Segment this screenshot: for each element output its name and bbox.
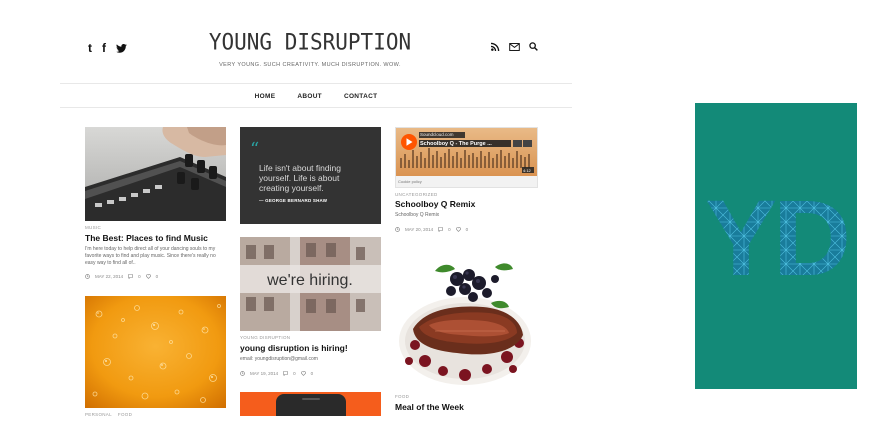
site-title[interactable]: YOUNG DISRUPTION (200, 29, 420, 54)
comment-icon[interactable] (283, 371, 288, 376)
comment-count: 0 (448, 227, 451, 232)
hiring-image-text: we're hiring. (266, 272, 353, 289)
nav-divider-bottom (60, 107, 572, 108)
quote-mark: “ (250, 139, 260, 160)
post-date: MAY 20, 2014 (405, 227, 434, 232)
sidebar-logo-panel[interactable]: YD YD (695, 103, 857, 389)
nav-home[interactable]: HOME (255, 88, 276, 106)
soundcloud-embed[interactable]: Soundcloud.com Schoolboy Q - The Purge .… (395, 127, 538, 188)
heart-icon[interactable] (300, 371, 306, 376)
twitter-icon[interactable] (116, 43, 127, 53)
like-count: 0 (465, 227, 469, 232)
comment-icon[interactable] (128, 274, 133, 279)
clock-icon (85, 274, 90, 279)
post-title[interactable]: The Best: Places to find Music (85, 233, 208, 243)
clock-icon (240, 371, 245, 376)
like-count: 0 (310, 371, 314, 376)
embed-duration: 4:12 (523, 167, 531, 173)
post-meta: MAY 20, 2014 0 0 (395, 227, 468, 232)
quote-card[interactable]: “ Life isn't about finding yourself. Lif… (240, 127, 381, 224)
cookie-policy-link[interactable]: Cookie policy (398, 179, 422, 184)
play-button[interactable] (401, 134, 417, 150)
yd-logo-mesh: YD (705, 177, 847, 298)
tumblr-icon[interactable]: t (88, 42, 92, 54)
comment-count: 0 (293, 371, 296, 376)
post-title[interactable]: young disruption is hiring! (240, 343, 348, 353)
phone-post-image[interactable] (240, 392, 381, 416)
post-category[interactable]: FOOD (395, 394, 409, 399)
post-category[interactable]: UNCATEGORIZED (395, 192, 438, 197)
clock-icon (395, 227, 400, 232)
quote-author: — GEORGE BERNARD SHAW (259, 198, 328, 203)
hiring-post-image[interactable]: we're hiring. (240, 237, 381, 331)
nav-about[interactable]: ABOUT (297, 88, 322, 106)
beer-post-image[interactable] (85, 296, 226, 408)
post-excerpt: I'm here today to help direct all of you… (85, 246, 216, 266)
beer-post-categories: PERSONAL FOOD (85, 412, 132, 417)
heart-icon[interactable] (455, 227, 461, 232)
post-meta: MAY 19, 2014 0 0 (240, 371, 313, 376)
post-date: MAY 22, 2014 (95, 274, 124, 279)
rss-icon[interactable] (491, 42, 500, 51)
like-count: 0 (155, 274, 159, 279)
embed-user[interactable]: Soundcloud.com (420, 132, 454, 137)
post-meta: MAY 22, 2014 0 0 (85, 274, 158, 279)
post-category[interactable]: FOOD (118, 412, 132, 417)
facebook-icon[interactable]: f (102, 42, 106, 54)
embed-track-title[interactable]: Schoolboy Q - The Purge ... (420, 141, 492, 147)
post-excerpt: email: youngdisruption@gmail.com (240, 356, 318, 362)
post-excerpt: Schoolboy Q Remix (395, 212, 440, 218)
post-category[interactable]: YOUNG DISRUPTION (240, 335, 290, 340)
main-nav: HOME ABOUT CONTACT (60, 88, 572, 106)
comment-count: 0 (138, 274, 141, 279)
social-links: t f (88, 42, 127, 54)
post-title[interactable]: Schoolboy Q Remix (395, 199, 475, 209)
quote-text: Life isn't about finding yourself. Life … (259, 163, 341, 193)
post-date: MAY 19, 2014 (250, 371, 279, 376)
heart-icon[interactable] (145, 274, 151, 279)
header-tools (491, 42, 538, 51)
mail-icon[interactable] (509, 42, 520, 51)
music-post-image[interactable] (85, 127, 226, 221)
meal-post-image[interactable] (395, 249, 536, 390)
post-category[interactable]: MUSIC (85, 225, 101, 230)
post-title[interactable]: Meal of the Week (395, 402, 464, 412)
site-tagline: VERY YOUNG. SUCH CREATIVITY. MUCH DISRUP… (219, 62, 401, 68)
comment-icon[interactable] (438, 227, 443, 232)
nav-divider-top (60, 83, 572, 84)
search-icon[interactable] (529, 42, 538, 51)
post-category[interactable]: PERSONAL (85, 412, 112, 417)
nav-contact[interactable]: CONTACT (344, 88, 377, 106)
